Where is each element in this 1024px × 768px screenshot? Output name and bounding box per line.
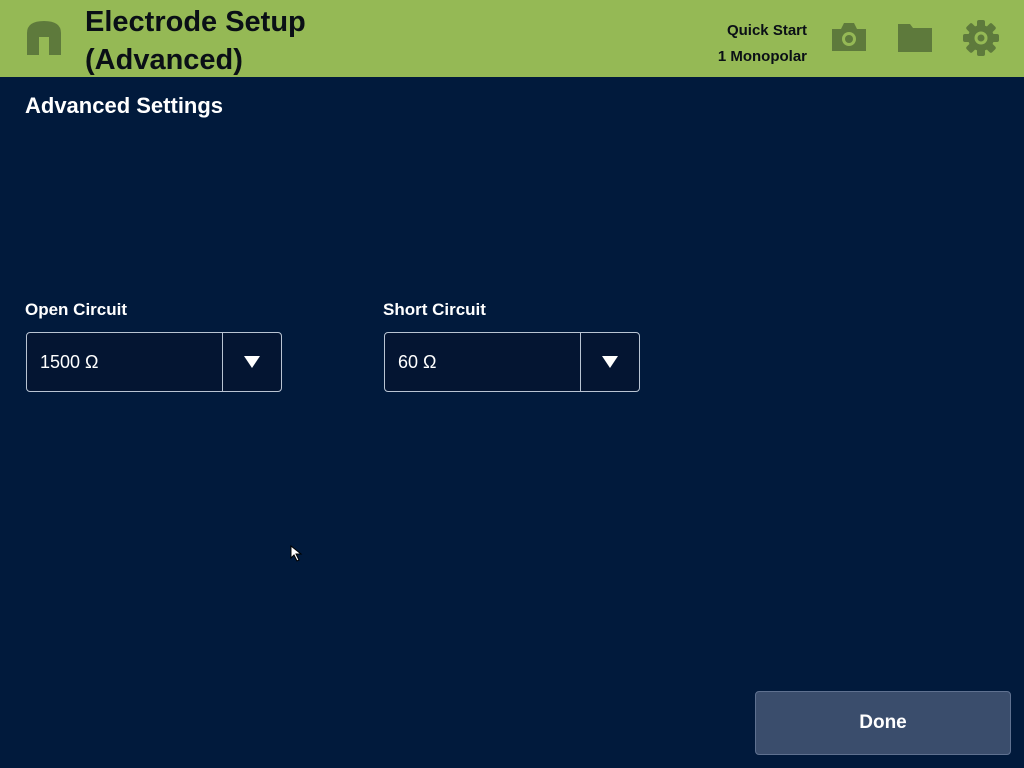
home-icon bbox=[27, 21, 61, 55]
short-circuit-dropdown[interactable]: 60 Ω bbox=[384, 332, 640, 392]
camera-button[interactable] bbox=[829, 18, 869, 58]
caret-down-icon bbox=[602, 356, 618, 368]
folder-button[interactable] bbox=[895, 18, 935, 58]
mouse-pointer-icon bbox=[290, 545, 303, 562]
open-circuit-value: 1500 Ω bbox=[40, 352, 99, 372]
page-title-line2: (Advanced) bbox=[85, 44, 243, 76]
top-bar: Electrode Setup (Advanced) Quick Start 1… bbox=[0, 0, 1024, 77]
done-button[interactable]: Done bbox=[755, 691, 1011, 755]
settings-button[interactable] bbox=[961, 18, 1001, 58]
folder-icon bbox=[898, 24, 932, 52]
open-circuit-dropdown-toggle[interactable] bbox=[222, 333, 281, 391]
home-button[interactable] bbox=[24, 18, 64, 58]
camera-icon bbox=[832, 23, 866, 51]
page-title-line1: Electrode Setup bbox=[85, 6, 306, 38]
preset-mode: 1 Monopolar bbox=[717, 48, 807, 65]
short-circuit-label: Short Circuit bbox=[383, 300, 486, 319]
preset-info: Quick Start 1 Monopolar bbox=[718, 18, 807, 70]
section-title: Advanced Settings bbox=[25, 93, 224, 118]
gear-icon bbox=[963, 20, 999, 56]
short-circuit-value: 60 Ω bbox=[398, 352, 437, 372]
open-circuit-label: Open Circuit bbox=[25, 300, 128, 319]
preset-name: Quick Start bbox=[726, 22, 807, 39]
short-circuit-dropdown-toggle[interactable] bbox=[580, 333, 639, 391]
page-title: Electrode Setup (Advanced) bbox=[85, 3, 415, 79]
caret-down-icon bbox=[244, 356, 260, 368]
open-circuit-dropdown[interactable]: 1500 Ω bbox=[26, 332, 282, 392]
